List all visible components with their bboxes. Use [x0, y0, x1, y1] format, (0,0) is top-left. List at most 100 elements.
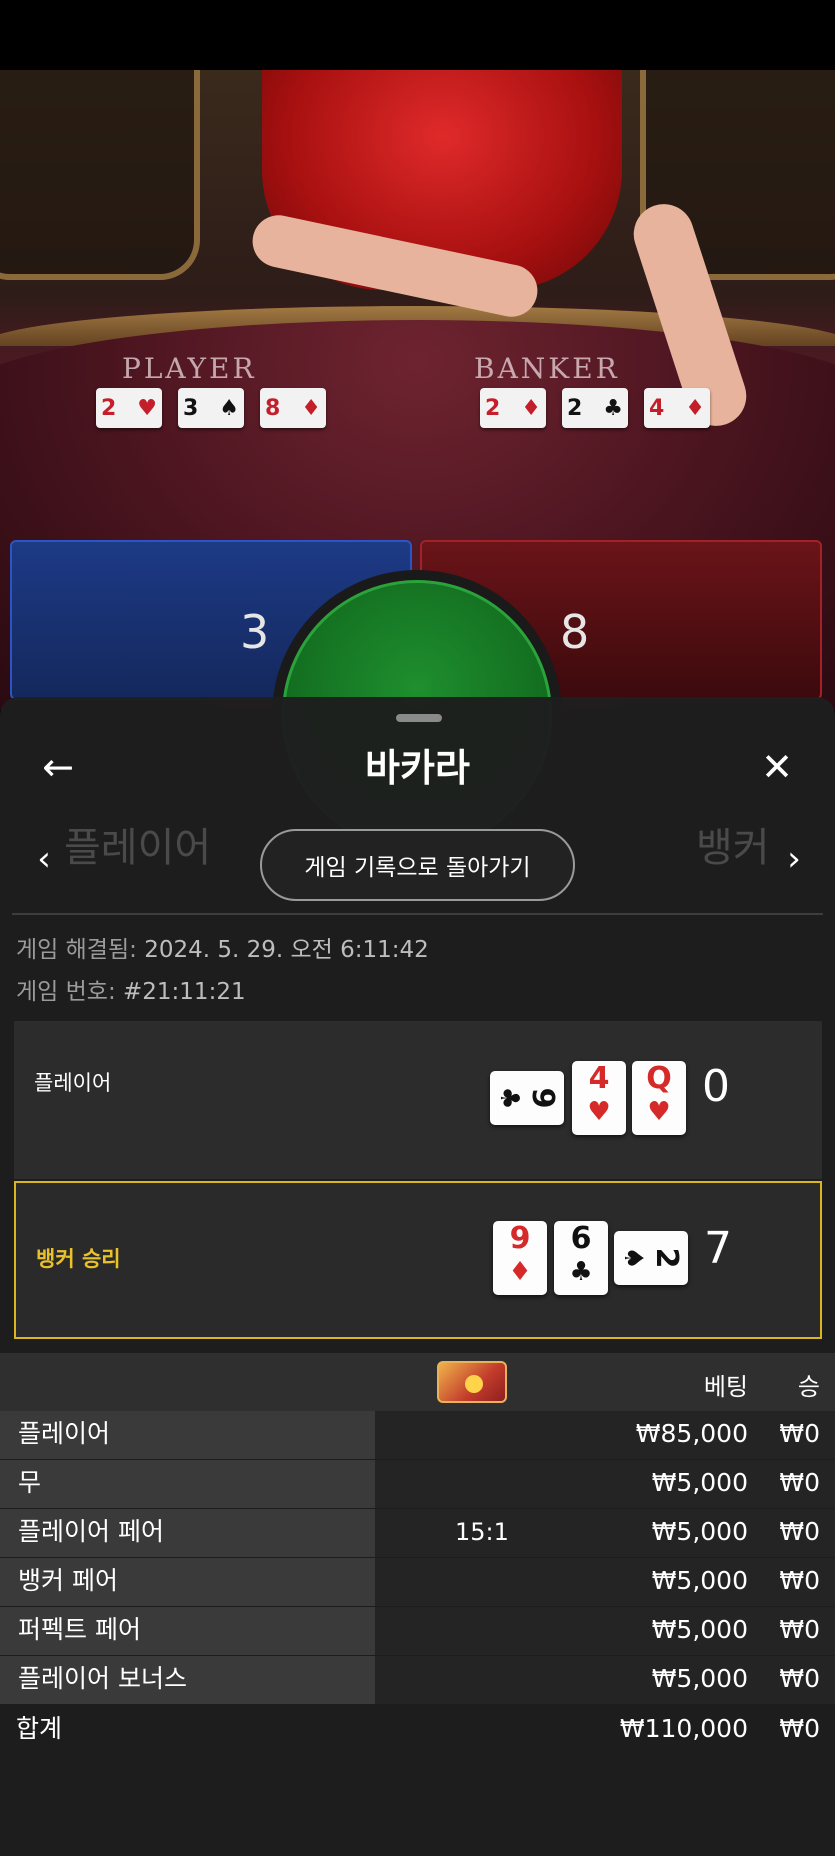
- badge-coin: [465, 1375, 483, 1393]
- card-rank: Q: [646, 1061, 672, 1096]
- bet-values: ₩85,000 ₩0: [375, 1411, 835, 1459]
- bet-win-amount: ₩0: [779, 1566, 820, 1595]
- back-to-history-button[interactable]: 게임 기록으로 돌아가기: [260, 829, 575, 901]
- sheet-drag-handle[interactable]: [396, 714, 442, 722]
- card-rank: 2: [649, 1247, 684, 1269]
- table-card-rank: 8: [265, 395, 281, 421]
- table-card-suit: ♥: [137, 395, 157, 421]
- bet-amount: ₩85,000: [635, 1419, 748, 1448]
- player-hand-row: 플레이어 9 ♣ 4 ♥ Q ♥ 0: [14, 1021, 822, 1179]
- table-card-suit: ♦: [521, 395, 541, 421]
- faded-banker-label: 뱅커: [696, 825, 770, 871]
- resolved-value: 2024. 5. 29. 오전 6:11:42: [144, 937, 429, 963]
- bet-type-label: 퍼펙트 페어: [0, 1607, 375, 1655]
- total-win-amount: ₩0: [779, 1714, 820, 1743]
- card-suit: ♣: [569, 1257, 593, 1287]
- table-card-rank: 3: [183, 395, 199, 421]
- bet-amount: ₩5,000: [651, 1517, 748, 1546]
- bets-table-header: 베팅 승: [0, 1353, 835, 1411]
- bet-row: 뱅커 페어 ₩5,000 ₩0: [0, 1558, 835, 1606]
- bet-values: ₩5,000 ₩0: [375, 1460, 835, 1508]
- bet-values: 15:1 ₩5,000 ₩0: [375, 1509, 835, 1557]
- close-icon[interactable]: ✕: [752, 742, 802, 792]
- prev-game-chevron-icon[interactable]: ‹: [26, 839, 62, 879]
- table-card-rank: 4: [649, 395, 665, 421]
- felt-player-label: PLAYER: [122, 352, 257, 385]
- bet-values: ₩5,000 ₩0: [375, 1558, 835, 1606]
- card-rank: 6: [570, 1221, 592, 1256]
- table-card: 4 ♦: [644, 388, 710, 428]
- bet-row: 퍼펙트 페어 ₩5,000 ₩0: [0, 1607, 835, 1655]
- game-number-value: #21:11:21: [123, 979, 246, 1005]
- player-card: 4 ♥: [572, 1061, 626, 1135]
- bet-type-label: 플레이어 페어: [0, 1509, 375, 1557]
- bet-row: 플레이어 ₩85,000 ₩0: [0, 1411, 835, 1459]
- table-card-rank: 2: [485, 395, 501, 421]
- card-suit: ♥: [587, 1097, 611, 1127]
- game-resolved-time: 게임 해결됨: 2024. 5. 29. 오전 6:11:42: [16, 930, 429, 964]
- table-card-rank: 2: [101, 395, 117, 421]
- table-card: 2 ♦: [480, 388, 546, 428]
- game-number: 게임 번호: #21:11:21: [16, 972, 246, 1006]
- player-card: Q ♥: [632, 1061, 686, 1135]
- bet-win-amount: ₩0: [779, 1615, 820, 1644]
- wall-decor: [0, 70, 200, 280]
- bets-total-row: 합계 ₩110,000 ₩0: [0, 1705, 835, 1753]
- bet-amount: ₩5,000: [651, 1468, 748, 1497]
- bet-values: ₩5,000 ₩0: [375, 1656, 835, 1704]
- bet-win-amount: ₩0: [779, 1517, 820, 1546]
- bet-row: 플레이어 보너스 ₩5,000 ₩0: [0, 1656, 835, 1704]
- win-column-header: 승: [797, 1373, 820, 1401]
- bet-type-label: 플레이어 보너스: [0, 1656, 375, 1704]
- card-suit: ♥: [647, 1097, 671, 1127]
- banker-card: 6 ♣: [554, 1221, 608, 1295]
- table-card-suit: ♠: [219, 395, 239, 421]
- table-card: 2 ♥: [96, 388, 162, 428]
- bet-values: ₩5,000 ₩0: [375, 1607, 835, 1655]
- player-hand-total: 0: [702, 1061, 730, 1112]
- bet-type-label: 플레이어: [0, 1411, 375, 1459]
- table-card-suit: ♦: [685, 395, 705, 421]
- banker-card: 2 ♠: [614, 1231, 688, 1285]
- banker-hand-row: 뱅커 승리 9 ♦ 6 ♣ 2 ♠ 7: [14, 1181, 822, 1339]
- faded-player-label: 플레이어: [64, 825, 212, 871]
- bet-amount: ₩5,000: [651, 1615, 748, 1644]
- banker-card: 9 ♦: [493, 1221, 547, 1295]
- table-card: 3 ♠: [178, 388, 244, 428]
- bet-amount: ₩5,000: [651, 1566, 748, 1595]
- table-card-suit: ♦: [301, 395, 321, 421]
- total-label: 합계: [16, 1714, 63, 1743]
- player-hand-label: 플레이어: [34, 1071, 112, 1095]
- player-score: 3: [240, 605, 270, 659]
- card-suit: ♣: [494, 1086, 524, 1110]
- sheet-title: 바카라: [365, 746, 470, 790]
- bet-row: 플레이어 페어 15:1 ₩5,000 ₩0: [0, 1509, 835, 1557]
- game-detail-sheet: ← 바카라 ✕ ‹ 게임 기록으로 돌아가기 › 플레이어 뱅커 게임 해결됨:…: [0, 697, 835, 1856]
- bet-type-label: 무: [0, 1460, 375, 1508]
- bet-win-amount: ₩0: [779, 1664, 820, 1693]
- banker-score: 8: [560, 605, 590, 659]
- player-card: 9 ♣: [490, 1071, 564, 1125]
- card-rank: 4: [588, 1061, 610, 1096]
- divider: [12, 913, 823, 915]
- card-suit: ♦: [508, 1257, 532, 1287]
- banker-win-label: 뱅커 승리: [36, 1247, 121, 1271]
- bet-win-amount: ₩0: [779, 1419, 820, 1448]
- next-game-chevron-icon[interactable]: ›: [776, 839, 812, 879]
- bet-row: 무 ₩5,000 ₩0: [0, 1460, 835, 1508]
- table-card-rank: 2: [567, 395, 583, 421]
- bet-win-amount: ₩0: [779, 1468, 820, 1497]
- table-card: 2 ♣: [562, 388, 628, 428]
- card-rank: 9: [525, 1087, 560, 1109]
- table-card: 8 ♦: [260, 388, 326, 428]
- bet-amount: ₩5,000: [651, 1664, 748, 1693]
- felt-banker-label: BANKER: [474, 352, 620, 385]
- card-rank: 9: [509, 1221, 531, 1256]
- card-suit: ♠: [618, 1246, 648, 1270]
- game-number-label: 게임 번호:: [16, 979, 116, 1005]
- total-bet-amount: ₩110,000: [619, 1714, 748, 1743]
- resolved-label: 게임 해결됨:: [16, 937, 137, 963]
- table-card-suit: ♣: [603, 395, 623, 421]
- bet-type-label: 뱅커 페어: [0, 1558, 375, 1606]
- lightning-multiplier-badge-icon: [437, 1361, 507, 1403]
